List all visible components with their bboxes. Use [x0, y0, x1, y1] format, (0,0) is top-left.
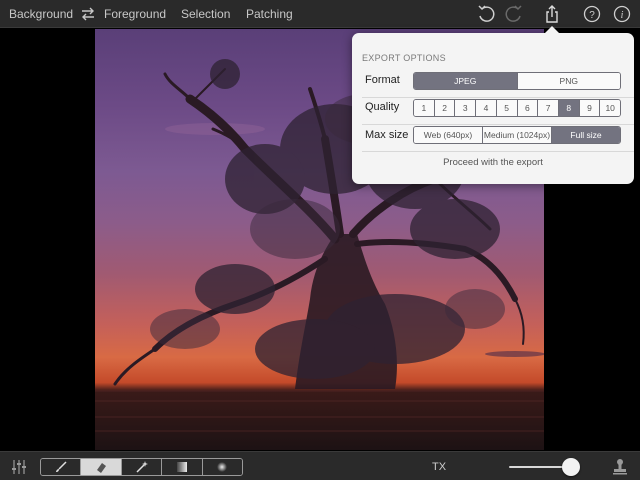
stamp-icon[interactable]: [612, 458, 628, 476]
quality-option-8[interactable]: 8: [557, 100, 579, 116]
quality-option-1[interactable]: 1: [414, 100, 434, 116]
radial-icon[interactable]: [201, 459, 242, 475]
share-icon[interactable]: [542, 4, 562, 24]
divider: [362, 97, 634, 98]
svg-text:i: i: [621, 10, 624, 21]
export-options-popover: EXPORT OPTIONS Format JPEG PNG Quality 1…: [352, 26, 634, 184]
help-icon[interactable]: ?: [582, 4, 602, 24]
svg-text:?: ?: [589, 10, 595, 21]
quality-option-7[interactable]: 7: [537, 100, 558, 116]
format-segmented-control: JPEG PNG: [413, 72, 621, 90]
popover-arrow: [544, 26, 560, 34]
quality-label: Quality: [365, 101, 400, 113]
quality-option-6[interactable]: 6: [516, 100, 538, 116]
info-icon[interactable]: i: [612, 4, 632, 24]
max-size-option-web[interactable]: Web (640px): [414, 127, 482, 143]
quality-segmented-control: 1 2 3 4 5 6 7 8 9 10: [413, 99, 621, 117]
divider: [362, 151, 634, 152]
max-size-segmented-control: Web (640px) Medium (1024px) Full size: [413, 126, 621, 144]
quality-option-2[interactable]: 2: [433, 100, 455, 116]
format-label: Format: [365, 74, 400, 86]
tab-foreground[interactable]: Foreground: [104, 0, 166, 28]
quality-option-3[interactable]: 3: [454, 100, 476, 116]
bottom-toolbar: TX: [0, 451, 640, 480]
adjustments-icon[interactable]: [10, 458, 28, 476]
tab-selection[interactable]: Selection: [181, 0, 230, 28]
tool-segmented-control: [40, 458, 243, 476]
format-option-jpeg[interactable]: JPEG: [414, 73, 517, 89]
gradient-icon[interactable]: [161, 459, 202, 475]
magic-wand-icon[interactable]: [120, 459, 162, 475]
divider: [362, 124, 634, 125]
quality-option-4[interactable]: 4: [475, 100, 496, 116]
tab-patching[interactable]: Patching: [246, 0, 293, 28]
mode-label[interactable]: TX: [432, 461, 446, 473]
quality-option-5[interactable]: 5: [495, 100, 517, 116]
brush-icon[interactable]: [41, 459, 81, 475]
max-size-option-medium[interactable]: Medium (1024px): [482, 127, 551, 143]
quality-option-10[interactable]: 10: [599, 100, 620, 116]
tab-background[interactable]: Background: [9, 0, 73, 28]
format-option-png[interactable]: PNG: [516, 73, 620, 89]
quality-option-9[interactable]: 9: [578, 100, 600, 116]
max-size-label: Max size: [365, 129, 409, 141]
max-size-option-full[interactable]: Full size: [551, 127, 620, 143]
redo-icon[interactable]: [504, 4, 524, 24]
eraser-icon[interactable]: [80, 459, 121, 475]
export-options-title: EXPORT OPTIONS: [362, 53, 446, 63]
proceed-export-button[interactable]: Proceed with the export: [352, 157, 634, 168]
top-toolbar: Background Foreground Selection Patching…: [0, 0, 640, 28]
undo-icon[interactable]: [476, 4, 496, 24]
brush-size-slider-knob[interactable]: [562, 458, 580, 476]
